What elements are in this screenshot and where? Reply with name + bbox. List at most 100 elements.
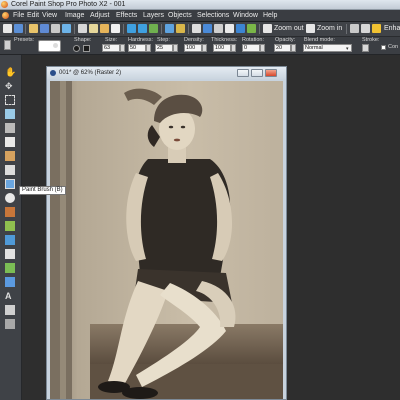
size-spinner[interactable] [120, 44, 125, 52]
eraser-icon[interactable] [5, 221, 15, 231]
pan-tool-icon[interactable]: ✋ [5, 67, 16, 77]
airbrush-icon[interactable] [5, 207, 15, 217]
continuous-checkbox[interactable] [381, 45, 386, 50]
round-shape-button[interactable] [73, 45, 80, 52]
color-replacer-icon[interactable] [5, 263, 15, 273]
cut-icon[interactable] [78, 24, 87, 33]
new-file-icon[interactable] [3, 24, 12, 33]
presets-label: Presets: [14, 37, 35, 43]
history-icon[interactable] [149, 24, 158, 33]
pick-tool-icon[interactable]: ✥ [5, 81, 15, 91]
straighten-tool-icon[interactable] [5, 137, 15, 147]
scan-icon[interactable] [62, 24, 71, 33]
layout-icon[interactable] [350, 24, 359, 33]
density-label: Density: [184, 37, 204, 43]
paint-brush-icon[interactable] [5, 179, 15, 189]
thickness-label: Thickness: [211, 37, 238, 43]
hardness-spinner[interactable] [146, 44, 151, 52]
rotation-spinner[interactable] [260, 44, 265, 52]
continuous-label: Con [388, 44, 399, 50]
density-spinner[interactable] [202, 44, 207, 52]
brightness-icon[interactable] [225, 24, 234, 33]
zoom-in-icon[interactable] [306, 24, 315, 33]
menu-help[interactable]: Help [263, 10, 277, 21]
document-title: 001* @ 62% (Raster 2) [59, 70, 122, 76]
zoom-out-button[interactable]: Zoom out [274, 24, 304, 34]
zoom-out-icon[interactable] [263, 24, 272, 33]
main-toolbar: Zoom out Zoom in Enha [0, 22, 400, 37]
grid-icon[interactable] [361, 24, 370, 33]
dodge-tool-icon[interactable] [5, 193, 15, 203]
menu-effects[interactable]: Effects [116, 10, 137, 21]
undo-icon[interactable] [127, 24, 136, 33]
stroke-button[interactable] [362, 44, 369, 52]
minimize-button[interactable] [237, 69, 249, 77]
pen-tool-icon[interactable] [5, 305, 15, 315]
red-eye-icon[interactable] [203, 24, 212, 33]
menu-adjust[interactable]: Adjust [90, 10, 109, 21]
menu-objects[interactable]: Objects [168, 10, 192, 21]
app-menu-icon[interactable] [2, 12, 9, 19]
browse-icon[interactable] [14, 24, 23, 33]
close-button[interactable] [265, 69, 277, 77]
blend-mode-select[interactable]: Normal [303, 44, 352, 52]
print-icon[interactable] [51, 24, 60, 33]
zoom-in-button[interactable]: Zoom in [317, 24, 342, 34]
selection-tool-icon[interactable] [5, 95, 15, 105]
actual-size-icon[interactable] [247, 24, 256, 33]
enhance-button[interactable]: Enha [384, 24, 400, 34]
menu-layers[interactable]: Layers [143, 10, 164, 21]
thickness-input[interactable]: 100 [213, 44, 231, 52]
one-step-fix-icon[interactable] [165, 24, 174, 33]
redo-icon[interactable] [138, 24, 147, 33]
size-input[interactable]: 63 [102, 44, 120, 52]
step-spinner[interactable] [173, 44, 178, 52]
shape-tool-icon[interactable] [5, 277, 15, 287]
blend-mode-label: Blend mode: [304, 37, 335, 43]
menu-window[interactable]: Window [233, 10, 258, 21]
warp-brush-icon[interactable] [5, 319, 15, 329]
document-icon [50, 70, 56, 76]
menu-image[interactable]: Image [65, 10, 84, 21]
menu-view[interactable]: View [42, 10, 57, 21]
menu-file[interactable]: File [13, 10, 24, 21]
paste-icon[interactable] [100, 24, 109, 33]
clone-brush-icon[interactable] [5, 165, 15, 175]
opacity-spinner[interactable] [291, 44, 296, 52]
chevron-down-icon: ▾ [346, 46, 349, 52]
maximize-button[interactable] [251, 69, 263, 77]
density-input[interactable]: 100 [184, 44, 202, 52]
smart-fix-icon[interactable] [176, 24, 185, 33]
menu-edit[interactable]: Edit [27, 10, 39, 21]
toolbar-divider [123, 24, 124, 34]
info-icon[interactable] [236, 24, 245, 33]
step-input[interactable]: 25 [155, 44, 173, 52]
picture-tube-icon[interactable] [5, 249, 15, 259]
flood-fill-icon[interactable] [5, 235, 15, 245]
brush-tool-icon[interactable] [4, 40, 11, 50]
crop-tool-icon[interactable] [5, 123, 15, 133]
square-shape-button[interactable] [83, 45, 90, 52]
image-canvas[interactable] [50, 81, 283, 399]
hardness-input[interactable]: 50 [128, 44, 146, 52]
resize-icon[interactable] [214, 24, 223, 33]
thickness-spinner[interactable] [231, 44, 236, 52]
opacity-input[interactable]: 20 [274, 44, 291, 52]
toolbar-divider [259, 24, 260, 34]
open-folder-icon[interactable] [29, 24, 38, 33]
toolbar-divider [74, 24, 75, 34]
red-eye-tool-icon[interactable] [5, 151, 15, 161]
menu-selections[interactable]: Selections [197, 10, 229, 21]
eye-dropper-icon[interactable] [5, 109, 15, 119]
copy-icon[interactable] [89, 24, 98, 33]
preset-brush-icon [53, 43, 58, 48]
text-tool-icon[interactable]: A [5, 291, 15, 301]
stroke-label: Stroke: [362, 37, 380, 43]
crop-icon[interactable] [192, 24, 201, 33]
enhance-icon[interactable] [372, 24, 381, 33]
save-icon[interactable] [40, 24, 49, 33]
toolbar-divider [188, 24, 189, 34]
toolbar-divider [346, 24, 347, 34]
rotation-input[interactable]: 0 [242, 44, 260, 52]
paste-new-icon[interactable] [111, 24, 120, 33]
